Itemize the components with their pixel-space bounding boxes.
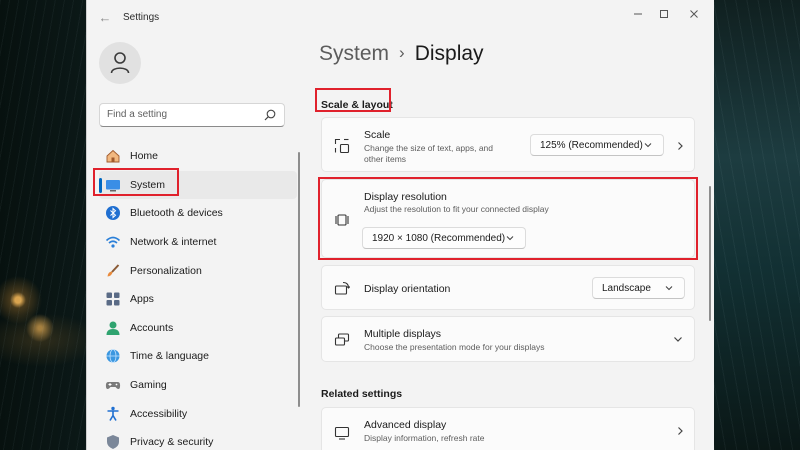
sidebar-item-label: Privacy & security <box>130 436 214 449</box>
wifi-icon <box>105 234 121 250</box>
search-box[interactable] <box>99 103 285 127</box>
window-title: Settings <box>123 12 160 23</box>
chevron-right-icon[interactable] <box>674 425 686 437</box>
scale-title: Scale <box>364 129 391 141</box>
sidebar-item-label: Accounts <box>130 321 174 334</box>
multiple-displays-icon <box>334 333 350 346</box>
close-button[interactable] <box>683 7 705 25</box>
display-orientation-card[interactable]: Display orientation Landscape <box>321 265 695 310</box>
breadcrumb-parent[interactable]: System <box>319 42 389 65</box>
back-arrow-icon[interactable]: ← <box>97 10 113 26</box>
breadcrumb-separator: › <box>399 43 405 62</box>
brush-icon <box>105 263 121 279</box>
sidebar-item-accounts[interactable]: Accounts <box>99 314 297 343</box>
resolution-icon <box>335 214 349 226</box>
orientation-dropdown[interactable]: Landscape <box>592 277 685 299</box>
settings-window: ← Settings Home <box>86 0 714 450</box>
display-resolution-card[interactable]: Display resolution Adjust the resolution… <box>321 179 695 258</box>
avatar[interactable] <box>99 42 141 84</box>
search-input[interactable] <box>107 109 257 120</box>
scale-setting-card[interactable]: Scale Change the size of text, apps, and… <box>321 117 695 172</box>
advanced-display-title: Advanced display <box>364 419 447 431</box>
resolution-dropdown-value: 1920 × 1080 (Recommended) <box>372 232 506 244</box>
multiple-displays-description: Choose the presentation mode for your di… <box>364 342 545 352</box>
chevron-down-icon <box>506 236 514 241</box>
page-title: Display <box>414 42 484 65</box>
sidebar-item-label: Home <box>130 150 159 163</box>
scale-description-2: other items <box>364 154 407 164</box>
user-icon <box>110 52 130 74</box>
sidebar-item-label: Time & language <box>130 350 209 363</box>
advanced-display-card[interactable]: Advanced display Display information, re… <box>321 407 695 450</box>
system-icon <box>105 177 121 193</box>
sidebar-item-label: Network & internet <box>130 236 217 249</box>
minimize-button[interactable] <box>627 7 649 25</box>
sidebar-item-bluetooth[interactable]: Bluetooth & devices <box>99 199 297 228</box>
sidebar-item-apps[interactable]: Apps <box>99 285 297 314</box>
resolution-title: Display resolution <box>364 191 447 203</box>
scale-description-1: Change the size of text, apps, and <box>364 143 494 153</box>
sidebar-item-personalization[interactable]: Personalization <box>99 256 297 285</box>
sidebar-scrollbar[interactable] <box>298 152 300 407</box>
content-scrollbar[interactable] <box>709 186 711 321</box>
sidebar-item-time-language[interactable]: Time & language <box>99 342 297 371</box>
home-icon <box>105 148 121 164</box>
chevron-right-icon[interactable] <box>674 140 686 152</box>
multiple-displays-card[interactable]: Multiple displays Choose the presentatio… <box>321 316 695 362</box>
accounts-icon <box>105 320 121 336</box>
multiple-displays-title: Multiple displays <box>364 328 442 340</box>
resolution-dropdown[interactable]: 1920 × 1080 (Recommended) <box>362 227 526 249</box>
orientation-icon <box>334 281 350 295</box>
monitor-icon <box>334 426 350 440</box>
sidebar-item-accessibility[interactable]: Accessibility <box>99 399 297 428</box>
bluetooth-icon <box>105 205 121 221</box>
shield-icon <box>105 434 121 450</box>
scale-dropdown-value: 125% (Recommended) <box>540 139 643 151</box>
scale-icon <box>334 138 350 154</box>
resolution-description: Adjust the resolution to fit your connec… <box>364 204 549 214</box>
sidebar-item-privacy[interactable]: Privacy & security <box>99 428 297 450</box>
sidebar-nav: Home System Bluetooth & devices Network … <box>99 142 297 450</box>
chevron-down-icon[interactable] <box>672 333 684 345</box>
title-bar: ← Settings <box>87 0 714 36</box>
sidebar-item-label: Bluetooth & devices <box>130 207 223 220</box>
globe-clock-icon <box>105 348 121 364</box>
sidebar-item-network[interactable]: Network & internet <box>99 228 297 257</box>
gamepad-icon <box>105 377 121 393</box>
sidebar-item-label: Accessibility <box>130 407 188 420</box>
orientation-title: Display orientation <box>364 283 451 295</box>
breadcrumb: System › Display <box>319 42 484 66</box>
accessibility-icon <box>105 406 121 422</box>
chevron-down-icon <box>644 143 652 148</box>
search-icon[interactable] <box>264 109 276 121</box>
sidebar-item-system[interactable]: System <box>99 170 297 200</box>
advanced-display-description: Display information, refresh rate <box>364 433 485 443</box>
sidebar-item-home[interactable]: Home <box>99 142 297 171</box>
scale-dropdown[interactable]: 125% (Recommended) <box>530 134 664 156</box>
section-heading-related: Related settings <box>321 388 403 400</box>
desktop-wallpaper-right <box>714 0 800 450</box>
sidebar-item-label: Gaming <box>130 379 167 392</box>
chevron-down-icon <box>665 286 673 291</box>
sidebar-item-label: Apps <box>130 293 154 306</box>
sidebar-item-label: System <box>130 178 166 191</box>
sidebar-item-label: Personalization <box>130 264 202 277</box>
section-heading-scale-layout: Scale & layout <box>321 99 393 111</box>
maximize-button[interactable] <box>653 7 675 25</box>
apps-icon <box>105 291 121 307</box>
orientation-dropdown-value: Landscape <box>602 282 651 294</box>
active-indicator <box>99 177 102 193</box>
sidebar-item-gaming[interactable]: Gaming <box>99 371 297 400</box>
